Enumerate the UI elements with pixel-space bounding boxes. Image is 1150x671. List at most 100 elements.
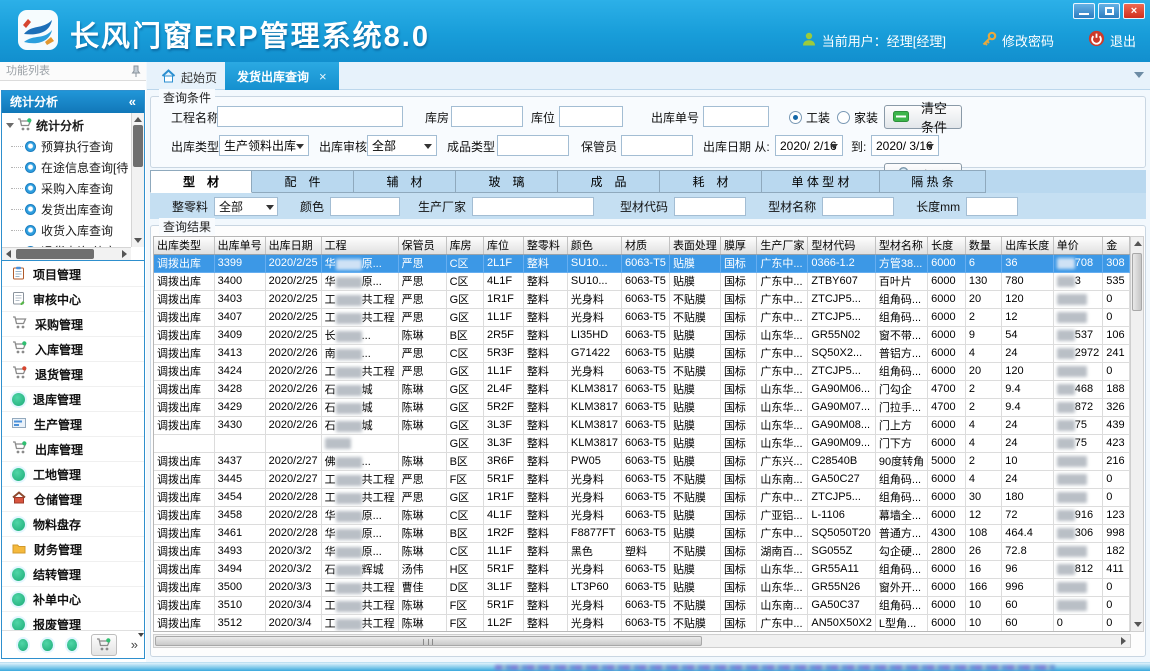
- grid-cell[interactable]: 华原...: [321, 524, 398, 542]
- grid-cell[interactable]: 国标: [720, 362, 756, 380]
- grid-cell[interactable]: 3512: [214, 614, 265, 632]
- grid-cell[interactable]: 9: [965, 326, 1001, 344]
- grid-cell[interactable]: 1R1F: [483, 488, 523, 506]
- grid-cell[interactable]: 陈琳: [398, 452, 446, 470]
- grid-cell[interactable]: G71422: [567, 344, 621, 362]
- grid-cell[interactable]: 国标: [720, 308, 756, 326]
- grid-cell[interactable]: 1L1F: [483, 542, 523, 560]
- sidebar-menu-item[interactable]: 工地管理: [2, 462, 144, 487]
- grid-cell[interactable]: 2020/2/26: [265, 344, 321, 362]
- group-dot-icon[interactable]: [18, 639, 28, 651]
- grid-cell[interactable]: 2: [965, 398, 1001, 416]
- grid-cell[interactable]: 塑料: [621, 542, 669, 560]
- grid-cell[interactable]: 国标: [720, 290, 756, 308]
- sidebar-menu-item[interactable]: 项目管理: [2, 262, 144, 287]
- grid-cell[interactable]: 长...: [321, 326, 398, 344]
- grid-cell[interactable]: KLM3817: [567, 434, 621, 452]
- grid-cell[interactable]: 6000: [928, 614, 966, 632]
- grid-cell[interactable]: C28540B: [808, 452, 876, 470]
- grid-cell[interactable]: GR55N02: [808, 326, 876, 344]
- grid-cell[interactable]: 调拨出库: [154, 470, 214, 488]
- clear-conditions-button[interactable]: 清空条件: [884, 105, 962, 129]
- grid-cell[interactable]: 6: [965, 254, 1001, 272]
- grid-cell[interactable]: 2020/2/28: [265, 488, 321, 506]
- grid-cell[interactable]: 3428: [214, 380, 265, 398]
- pin-icon[interactable]: [131, 65, 141, 78]
- tab-close-icon[interactable]: ×: [319, 69, 327, 84]
- grid-cell[interactable]: 严思: [398, 362, 446, 380]
- grid-cell[interactable]: 2L4F: [483, 380, 523, 398]
- grid-cell[interactable]: 6000: [928, 560, 966, 578]
- grid-cell[interactable]: 4700: [928, 380, 966, 398]
- column-header[interactable]: 出库单号: [214, 237, 265, 254]
- grid-cell[interactable]: 6063-T5: [621, 416, 669, 434]
- grid-cell[interactable]: 2020/2/27: [265, 470, 321, 488]
- grid-cell[interactable]: 国标: [720, 578, 756, 596]
- grid-cell[interactable]: 537: [1053, 326, 1102, 344]
- column-header[interactable]: 长度: [928, 237, 966, 254]
- grid-cell[interactable]: G区: [446, 308, 483, 326]
- grid-cell[interactable]: 不贴膜: [669, 308, 720, 326]
- grid-cell[interactable]: 国标: [720, 434, 756, 452]
- column-header[interactable]: 型材名称: [875, 237, 927, 254]
- grid-cell[interactable]: 陈琳: [398, 524, 446, 542]
- material-tab[interactable]: 辅 材: [354, 170, 456, 193]
- column-header[interactable]: 整零料: [523, 237, 567, 254]
- grid-cell[interactable]: 国标: [720, 380, 756, 398]
- grid-cell[interactable]: 华原...: [321, 506, 398, 524]
- grid-cell[interactable]: 916: [1053, 506, 1102, 524]
- grid-cell[interactable]: G区: [446, 416, 483, 434]
- maximize-button[interactable]: [1098, 3, 1120, 19]
- grid-cell[interactable]: 广东中...: [757, 344, 808, 362]
- grid-cell[interactable]: 75: [1053, 416, 1102, 434]
- grid-cell[interactable]: 光身料: [567, 470, 621, 488]
- radio-industrial[interactable]: 工装: [789, 109, 830, 126]
- grid-cell[interactable]: ZTCJP5...: [808, 308, 876, 326]
- grid-cell[interactable]: 山东华...: [757, 560, 808, 578]
- grid-cell[interactable]: 0: [1103, 362, 1130, 380]
- grid-cell[interactable]: D区: [446, 578, 483, 596]
- keeper-input[interactable]: [621, 135, 693, 156]
- grid-cell[interactable]: 严思: [398, 254, 446, 272]
- grid-cell[interactable]: 整料: [523, 326, 567, 344]
- grid-cell[interactable]: 0: [1103, 596, 1130, 614]
- grid-cell[interactable]: 75: [1053, 434, 1102, 452]
- grid-cell[interactable]: 166: [965, 578, 1001, 596]
- column-header[interactable]: 库位: [483, 237, 523, 254]
- grid-cell[interactable]: G区: [446, 380, 483, 398]
- grid-cell[interactable]: 6000: [928, 596, 966, 614]
- grid-cell[interactable]: 123: [1103, 506, 1130, 524]
- grid-cell[interactable]: 3424: [214, 362, 265, 380]
- grid-cell[interactable]: 百叶片: [875, 272, 927, 290]
- grid-cell[interactable]: 石城: [321, 398, 398, 416]
- grid-cell[interactable]: 3R6F: [483, 452, 523, 470]
- grid-cell[interactable]: 2: [965, 380, 1001, 398]
- grid-cell[interactable]: 广东中...: [757, 524, 808, 542]
- grid-cell[interactable]: 6000: [928, 308, 966, 326]
- grid-cell[interactable]: 工共工程: [321, 362, 398, 380]
- grid-cell[interactable]: 贴膜: [669, 254, 720, 272]
- grid-cell[interactable]: 山东华...: [757, 380, 808, 398]
- grid-cell[interactable]: GR55A11: [808, 560, 876, 578]
- radio-home[interactable]: 家装: [837, 109, 878, 126]
- logout-button[interactable]: 退出: [1088, 30, 1136, 50]
- grid-cell[interactable]: GA50C27: [808, 470, 876, 488]
- grid-cell[interactable]: 6063-T5: [621, 362, 669, 380]
- grid-cell[interactable]: 整料: [523, 416, 567, 434]
- location-input[interactable]: [559, 106, 623, 127]
- grid-cell[interactable]: 整料: [523, 488, 567, 506]
- sidebar-menu-item[interactable]: 生产管理: [2, 412, 144, 437]
- grid-cell[interactable]: GA50C37: [808, 596, 876, 614]
- grid-cell[interactable]: ZTCJP5...: [808, 488, 876, 506]
- grid-cell[interactable]: 1L1F: [483, 362, 523, 380]
- grid-cell[interactable]: 广东中...: [757, 308, 808, 326]
- grid-cell[interactable]: 整料: [523, 380, 567, 398]
- material-tab[interactable]: 玻 璃: [456, 170, 558, 193]
- grid-cell[interactable]: 812: [1053, 560, 1102, 578]
- grid-cell[interactable]: 国标: [720, 344, 756, 362]
- material-tab[interactable]: 隔 热 条: [880, 170, 986, 193]
- sidebar-menu-item[interactable]: 退货管理: [2, 362, 144, 387]
- grid-cell[interactable]: 535: [1103, 272, 1130, 290]
- grid-cell[interactable]: 组角码...: [875, 290, 927, 308]
- grid-cell[interactable]: 60: [1002, 596, 1053, 614]
